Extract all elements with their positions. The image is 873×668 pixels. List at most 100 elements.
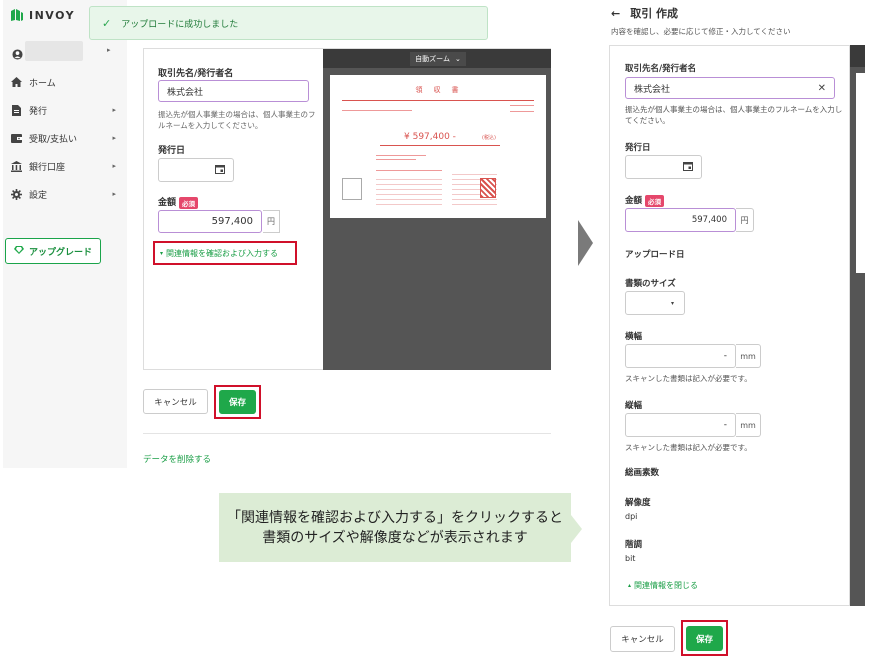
- partner-label: 取引先名/発行者名: [625, 64, 697, 74]
- calendar-icon[interactable]: [215, 164, 225, 177]
- amount-input[interactable]: 597,400: [158, 210, 262, 233]
- user-account-menu[interactable]: [25, 41, 83, 61]
- zoom-label: 自動ズーム: [415, 55, 450, 63]
- company-seal: [480, 178, 496, 198]
- delete-data-link[interactable]: データを削除する: [143, 453, 211, 465]
- close-related-toggle[interactable]: ▴ 関連情報を閉じる: [628, 580, 698, 591]
- gradation-label: 階調: [625, 540, 643, 550]
- clear-icon[interactable]: ✕: [818, 83, 826, 94]
- issue-date-input[interactable]: [158, 158, 234, 182]
- upgrade-label: アップグレード: [28, 247, 92, 258]
- width-help: スキャンした書類は記入が必要です。: [625, 374, 752, 383]
- partner-help: 振込先が個人事業主の場合は、個人事業主のフルネームを入力し てください。: [625, 104, 842, 126]
- receipt-stamp-box: [342, 178, 362, 200]
- caption-pointer: [571, 515, 582, 543]
- receipt-amount: ¥ 597,400 -: [404, 132, 456, 142]
- required-badge: 必須: [645, 194, 665, 207]
- screenshot-root: INVOY ▸ ホーム 発行 ▸ 受取/支払い ▸ 銀行口座 ▸ 設定 ▸ アッ…: [0, 0, 873, 668]
- sidebar-item-bank[interactable]: 銀行口座 ▸: [10, 156, 118, 176]
- sidebar: [3, 0, 127, 468]
- sidebar-item-label: ホーム: [29, 78, 56, 89]
- success-toast: ✓ アップロードに成功しました: [89, 6, 488, 40]
- receipt-page: 領 収 書 ¥ 597,400 - (税込): [330, 75, 546, 218]
- amount-input[interactable]: 597,400: [625, 208, 736, 232]
- partner-help-line: 振込先が個人事業主の場合は、個人事業主のフ: [158, 110, 316, 119]
- sidebar-item-receive-pay[interactable]: 受取/支払い ▸: [10, 128, 118, 148]
- sidebar-item-label: 銀行口座: [29, 162, 66, 173]
- amount-input-value: 597,400: [691, 215, 727, 225]
- receipt-line: [342, 110, 412, 111]
- partner-input-value: 株式会社: [634, 84, 671, 95]
- sidebar-item-issue[interactable]: 発行 ▸: [10, 100, 118, 120]
- currency-unit: 円: [263, 210, 280, 233]
- resolution-unit: dpi: [625, 512, 638, 521]
- chevron-right-icon: ▸: [107, 46, 111, 54]
- width-input-value: -: [723, 351, 727, 361]
- partner-input[interactable]: 株式会社: [158, 80, 309, 102]
- doc-size-label: 書類のサイズ: [625, 279, 676, 289]
- receipt-line: [510, 105, 534, 106]
- document-icon: [10, 104, 22, 116]
- related-info-link: 関連情報を確認および入力する: [166, 249, 279, 258]
- preview-toolbar-edge: [850, 45, 865, 67]
- receipt-title: 領 収 書: [415, 86, 461, 94]
- back-arrow-icon[interactable]: ←: [611, 7, 620, 20]
- amount-input-value: 597,400: [211, 216, 253, 227]
- calendar-icon[interactable]: [683, 161, 693, 174]
- caret-up-icon: ▴: [628, 582, 632, 589]
- partner-help-line: てください。: [625, 116, 670, 125]
- height-unit: mm: [736, 413, 761, 437]
- toast-message: アップロードに成功しました: [121, 19, 239, 30]
- receipt-line: [376, 155, 426, 156]
- height-input[interactable]: -: [625, 413, 736, 437]
- amount-label: 金額 必須: [625, 194, 665, 207]
- currency-unit: 円: [736, 208, 754, 232]
- chevron-right-icon: ▸: [112, 134, 116, 142]
- receipt-line: [376, 170, 442, 171]
- bank-icon: [10, 160, 22, 172]
- partner-help-line: 振込先が個人事業主の場合は、個人事業主のフルネームを入力し: [625, 105, 843, 114]
- related-info-toggle[interactable]: ▾ 関連情報を確認および入力する: [160, 248, 278, 259]
- gradation-unit: bit: [625, 554, 636, 563]
- sidebar-item-label: 受取/支払い: [29, 134, 78, 145]
- width-input[interactable]: -: [625, 344, 736, 368]
- divider: [143, 433, 551, 434]
- cancel-button[interactable]: キャンセル: [143, 389, 208, 414]
- check-icon: ✓: [102, 16, 112, 30]
- save-button[interactable]: 保存: [219, 390, 256, 414]
- caption-box: 「関連情報を確認および入力する」をクリックすると 書類のサイズや解像度などが表示…: [219, 493, 571, 562]
- gear-icon: [10, 188, 22, 200]
- sidebar-item-home[interactable]: ホーム: [10, 72, 118, 92]
- total-pixels-label: 総画素数: [625, 468, 660, 478]
- width-label: 横幅: [625, 332, 643, 342]
- receipt-line: [376, 159, 416, 160]
- zoom-select[interactable]: 自動ズーム ⌄: [410, 52, 466, 66]
- doc-size-select[interactable]: ▾: [625, 291, 685, 315]
- sidebar-item-settings[interactable]: 設定 ▸: [10, 184, 118, 204]
- issue-date-label: 発行日: [625, 143, 651, 153]
- issue-date-input[interactable]: [625, 155, 702, 179]
- page-title: ← 取引 作成: [611, 5, 678, 21]
- app-logo[interactable]: INVOY: [10, 8, 75, 22]
- wallet-icon: [10, 132, 22, 144]
- height-input-value: -: [723, 420, 727, 430]
- receipt-tax-note: (税込): [482, 135, 496, 141]
- close-related-link: 関連情報を閉じる: [634, 581, 699, 590]
- chevron-down-icon: ⌄: [454, 55, 461, 63]
- partner-input[interactable]: 株式会社 ✕: [625, 77, 835, 99]
- logo-text: INVOY: [29, 8, 76, 22]
- receipt-rule: [342, 100, 534, 101]
- upgrade-button[interactable]: アップグレード: [5, 238, 101, 264]
- caret-down-icon: ▾: [160, 250, 164, 257]
- partner-help-line: ルネームを入力してください。: [158, 121, 263, 130]
- page-title-text: 取引 作成: [630, 7, 679, 20]
- amount-label-text: 金額: [158, 198, 177, 208]
- chevron-right-icon: ▸: [112, 190, 116, 198]
- width-unit: mm: [736, 344, 761, 368]
- home-icon: [10, 76, 22, 88]
- height-label: 縦幅: [625, 401, 643, 411]
- cancel-button[interactable]: キャンセル: [610, 626, 675, 652]
- user-icon: [12, 45, 23, 64]
- chevron-right-icon: ▸: [112, 106, 116, 114]
- save-button[interactable]: 保存: [686, 626, 723, 651]
